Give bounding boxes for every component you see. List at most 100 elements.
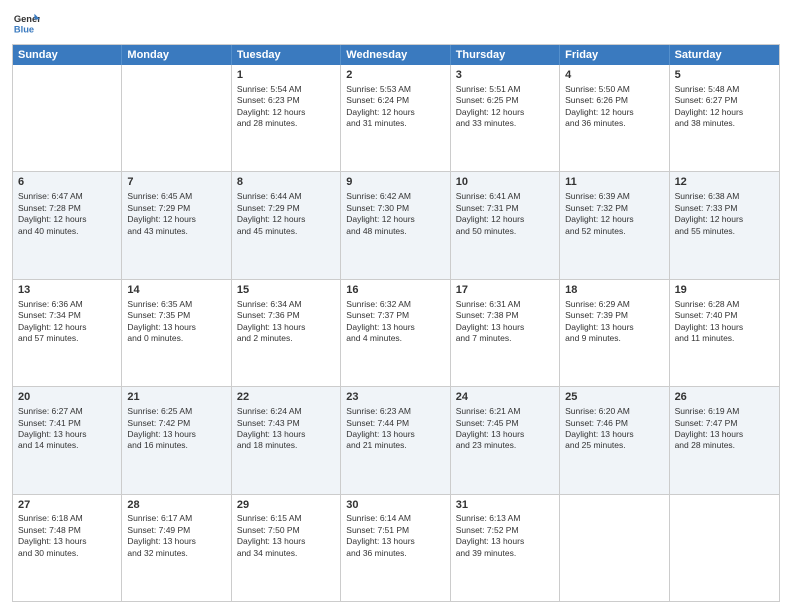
- day-info-line: Daylight: 13 hours: [346, 322, 444, 333]
- day-number: 22: [237, 390, 335, 405]
- day-info-line: Daylight: 12 hours: [675, 214, 774, 225]
- day-number: 31: [456, 498, 554, 513]
- day-info-line: Daylight: 12 hours: [237, 107, 335, 118]
- day-info-line: and 30 minutes.: [18, 548, 116, 559]
- day-info-line: and 18 minutes.: [237, 440, 335, 451]
- day-info-line: Daylight: 13 hours: [456, 536, 554, 547]
- day-info-line: Daylight: 13 hours: [456, 322, 554, 333]
- day-info-line: and 38 minutes.: [675, 118, 774, 129]
- calendar-day-cell: 19Sunrise: 6:28 AMSunset: 7:40 PMDayligh…: [670, 280, 779, 386]
- day-info-line: Sunset: 7:52 PM: [456, 525, 554, 536]
- day-number: 25: [565, 390, 663, 405]
- day-info-line: Sunset: 7:30 PM: [346, 203, 444, 214]
- day-info-line: Sunset: 7:29 PM: [127, 203, 225, 214]
- calendar-day-cell: 24Sunrise: 6:21 AMSunset: 7:45 PMDayligh…: [451, 387, 560, 493]
- day-number: 14: [127, 283, 225, 298]
- day-info-line: Sunrise: 6:32 AM: [346, 299, 444, 310]
- calendar-empty-cell: [560, 495, 669, 601]
- day-info-line: Sunset: 6:24 PM: [346, 95, 444, 106]
- day-info-line: Sunset: 7:49 PM: [127, 525, 225, 536]
- calendar-empty-cell: [670, 495, 779, 601]
- day-info-line: Sunrise: 6:31 AM: [456, 299, 554, 310]
- day-number: 18: [565, 283, 663, 298]
- day-info-line: and 52 minutes.: [565, 226, 663, 237]
- day-number: 2: [346, 68, 444, 83]
- calendar-header-cell: Friday: [560, 45, 669, 65]
- day-number: 15: [237, 283, 335, 298]
- svg-text:Blue: Blue: [14, 24, 34, 34]
- day-info-line: Sunset: 7:43 PM: [237, 418, 335, 429]
- day-info-line: Daylight: 13 hours: [127, 322, 225, 333]
- day-info-line: Sunset: 6:27 PM: [675, 95, 774, 106]
- logo: General Blue: [12, 10, 40, 38]
- day-info-line: Daylight: 12 hours: [675, 107, 774, 118]
- day-info-line: Daylight: 12 hours: [346, 107, 444, 118]
- day-info-line: and 4 minutes.: [346, 333, 444, 344]
- page: General Blue SundayMondayTuesdayWednesda…: [0, 0, 792, 612]
- day-info-line: Sunrise: 6:47 AM: [18, 191, 116, 202]
- calendar-day-cell: 27Sunrise: 6:18 AMSunset: 7:48 PMDayligh…: [13, 495, 122, 601]
- day-info-line: Sunrise: 6:13 AM: [456, 513, 554, 524]
- day-info-line: Daylight: 13 hours: [237, 429, 335, 440]
- day-info-line: Sunrise: 6:29 AM: [565, 299, 663, 310]
- day-info-line: Sunrise: 6:18 AM: [18, 513, 116, 524]
- day-info-line: Sunrise: 6:24 AM: [237, 406, 335, 417]
- calendar-week-row: 6Sunrise: 6:47 AMSunset: 7:28 PMDaylight…: [13, 172, 779, 279]
- day-info-line: Sunset: 7:39 PM: [565, 310, 663, 321]
- day-info-line: Sunset: 6:26 PM: [565, 95, 663, 106]
- day-number: 7: [127, 175, 225, 190]
- day-number: 3: [456, 68, 554, 83]
- day-info-line: Daylight: 13 hours: [237, 322, 335, 333]
- day-number: 27: [18, 498, 116, 513]
- calendar-header-cell: Saturday: [670, 45, 779, 65]
- day-info-line: Sunrise: 6:21 AM: [456, 406, 554, 417]
- calendar-day-cell: 17Sunrise: 6:31 AMSunset: 7:38 PMDayligh…: [451, 280, 560, 386]
- calendar-day-cell: 9Sunrise: 6:42 AMSunset: 7:30 PMDaylight…: [341, 172, 450, 278]
- day-number: 5: [675, 68, 774, 83]
- calendar-header-cell: Thursday: [451, 45, 560, 65]
- calendar-day-cell: 28Sunrise: 6:17 AMSunset: 7:49 PMDayligh…: [122, 495, 231, 601]
- day-info-line: Daylight: 13 hours: [237, 536, 335, 547]
- day-number: 28: [127, 498, 225, 513]
- calendar-day-cell: 29Sunrise: 6:15 AMSunset: 7:50 PMDayligh…: [232, 495, 341, 601]
- calendar-day-cell: 7Sunrise: 6:45 AMSunset: 7:29 PMDaylight…: [122, 172, 231, 278]
- calendar-week-row: 27Sunrise: 6:18 AMSunset: 7:48 PMDayligh…: [13, 495, 779, 601]
- calendar-week-row: 13Sunrise: 6:36 AMSunset: 7:34 PMDayligh…: [13, 280, 779, 387]
- day-info-line: Sunset: 7:41 PM: [18, 418, 116, 429]
- calendar-day-cell: 23Sunrise: 6:23 AMSunset: 7:44 PMDayligh…: [341, 387, 450, 493]
- calendar-day-cell: 31Sunrise: 6:13 AMSunset: 7:52 PMDayligh…: [451, 495, 560, 601]
- day-info-line: Sunset: 7:35 PM: [127, 310, 225, 321]
- calendar-day-cell: 20Sunrise: 6:27 AMSunset: 7:41 PMDayligh…: [13, 387, 122, 493]
- calendar-week-row: 20Sunrise: 6:27 AMSunset: 7:41 PMDayligh…: [13, 387, 779, 494]
- day-info-line: Sunset: 7:46 PM: [565, 418, 663, 429]
- day-info-line: Sunrise: 6:27 AM: [18, 406, 116, 417]
- day-info-line: Sunrise: 6:41 AM: [456, 191, 554, 202]
- day-number: 1: [237, 68, 335, 83]
- day-info-line: Sunset: 7:31 PM: [456, 203, 554, 214]
- day-info-line: Sunrise: 5:54 AM: [237, 84, 335, 95]
- day-info-line: Daylight: 13 hours: [18, 429, 116, 440]
- day-info-line: and 45 minutes.: [237, 226, 335, 237]
- day-number: 8: [237, 175, 335, 190]
- day-number: 30: [346, 498, 444, 513]
- day-number: 21: [127, 390, 225, 405]
- calendar: SundayMondayTuesdayWednesdayThursdayFrid…: [12, 44, 780, 602]
- calendar-day-cell: 25Sunrise: 6:20 AMSunset: 7:46 PMDayligh…: [560, 387, 669, 493]
- day-info-line: Sunset: 7:29 PM: [237, 203, 335, 214]
- calendar-day-cell: 1Sunrise: 5:54 AMSunset: 6:23 PMDaylight…: [232, 65, 341, 171]
- header: General Blue: [12, 10, 780, 38]
- day-number: 12: [675, 175, 774, 190]
- day-number: 20: [18, 390, 116, 405]
- calendar-day-cell: 21Sunrise: 6:25 AMSunset: 7:42 PMDayligh…: [122, 387, 231, 493]
- day-info-line: Sunrise: 6:25 AM: [127, 406, 225, 417]
- day-info-line: and 33 minutes.: [456, 118, 554, 129]
- day-info-line: Sunset: 7:42 PM: [127, 418, 225, 429]
- day-info-line: and 43 minutes.: [127, 226, 225, 237]
- day-info-line: and 14 minutes.: [18, 440, 116, 451]
- day-info-line: and 31 minutes.: [346, 118, 444, 129]
- day-info-line: Daylight: 12 hours: [565, 107, 663, 118]
- day-info-line: Sunrise: 6:45 AM: [127, 191, 225, 202]
- day-info-line: Sunrise: 5:48 AM: [675, 84, 774, 95]
- day-info-line: and 7 minutes.: [456, 333, 554, 344]
- day-info-line: Sunset: 7:34 PM: [18, 310, 116, 321]
